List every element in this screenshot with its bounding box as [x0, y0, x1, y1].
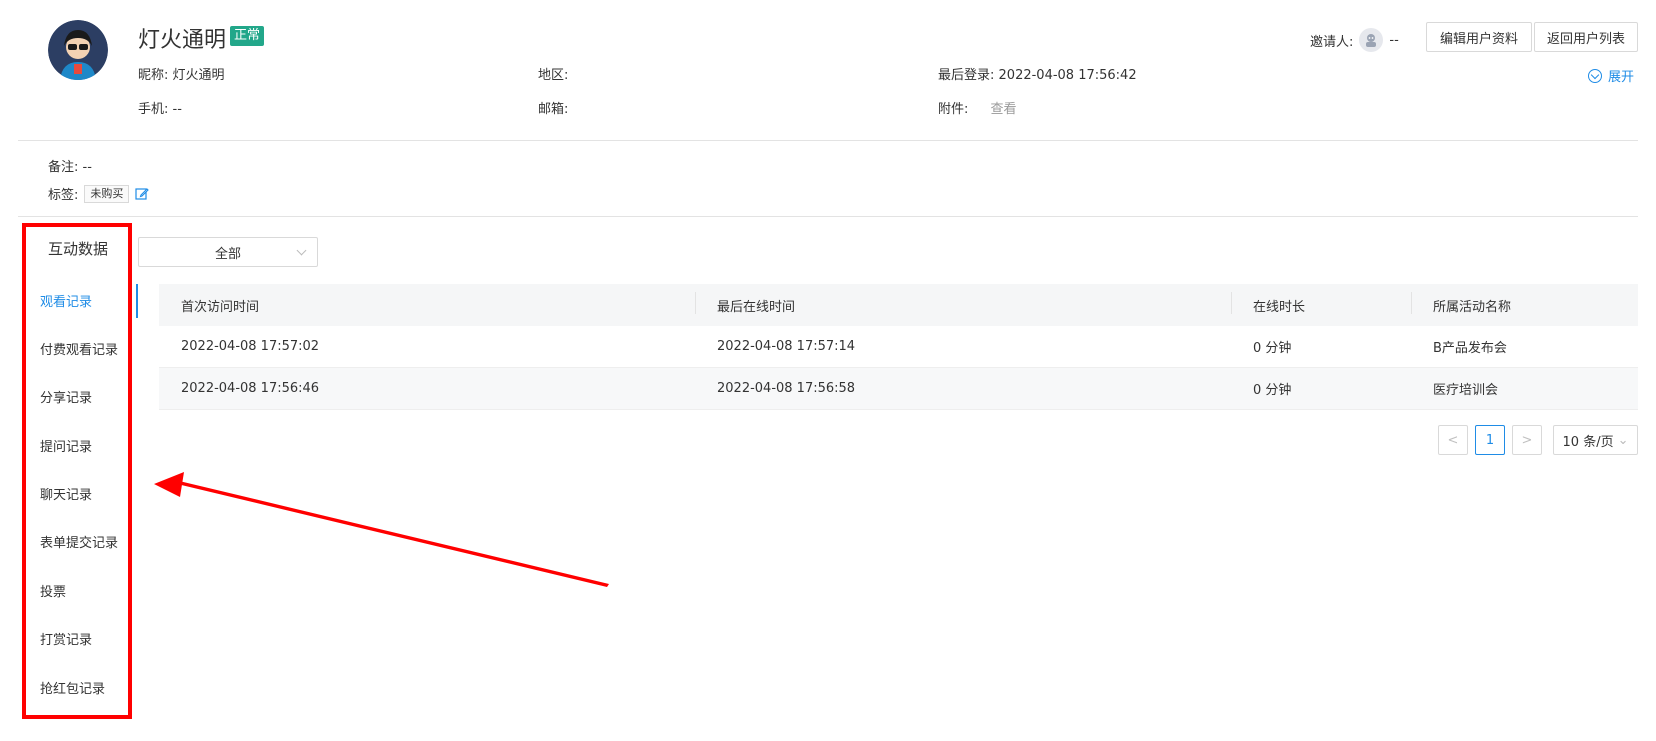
annotation-arrow: [154, 472, 609, 587]
